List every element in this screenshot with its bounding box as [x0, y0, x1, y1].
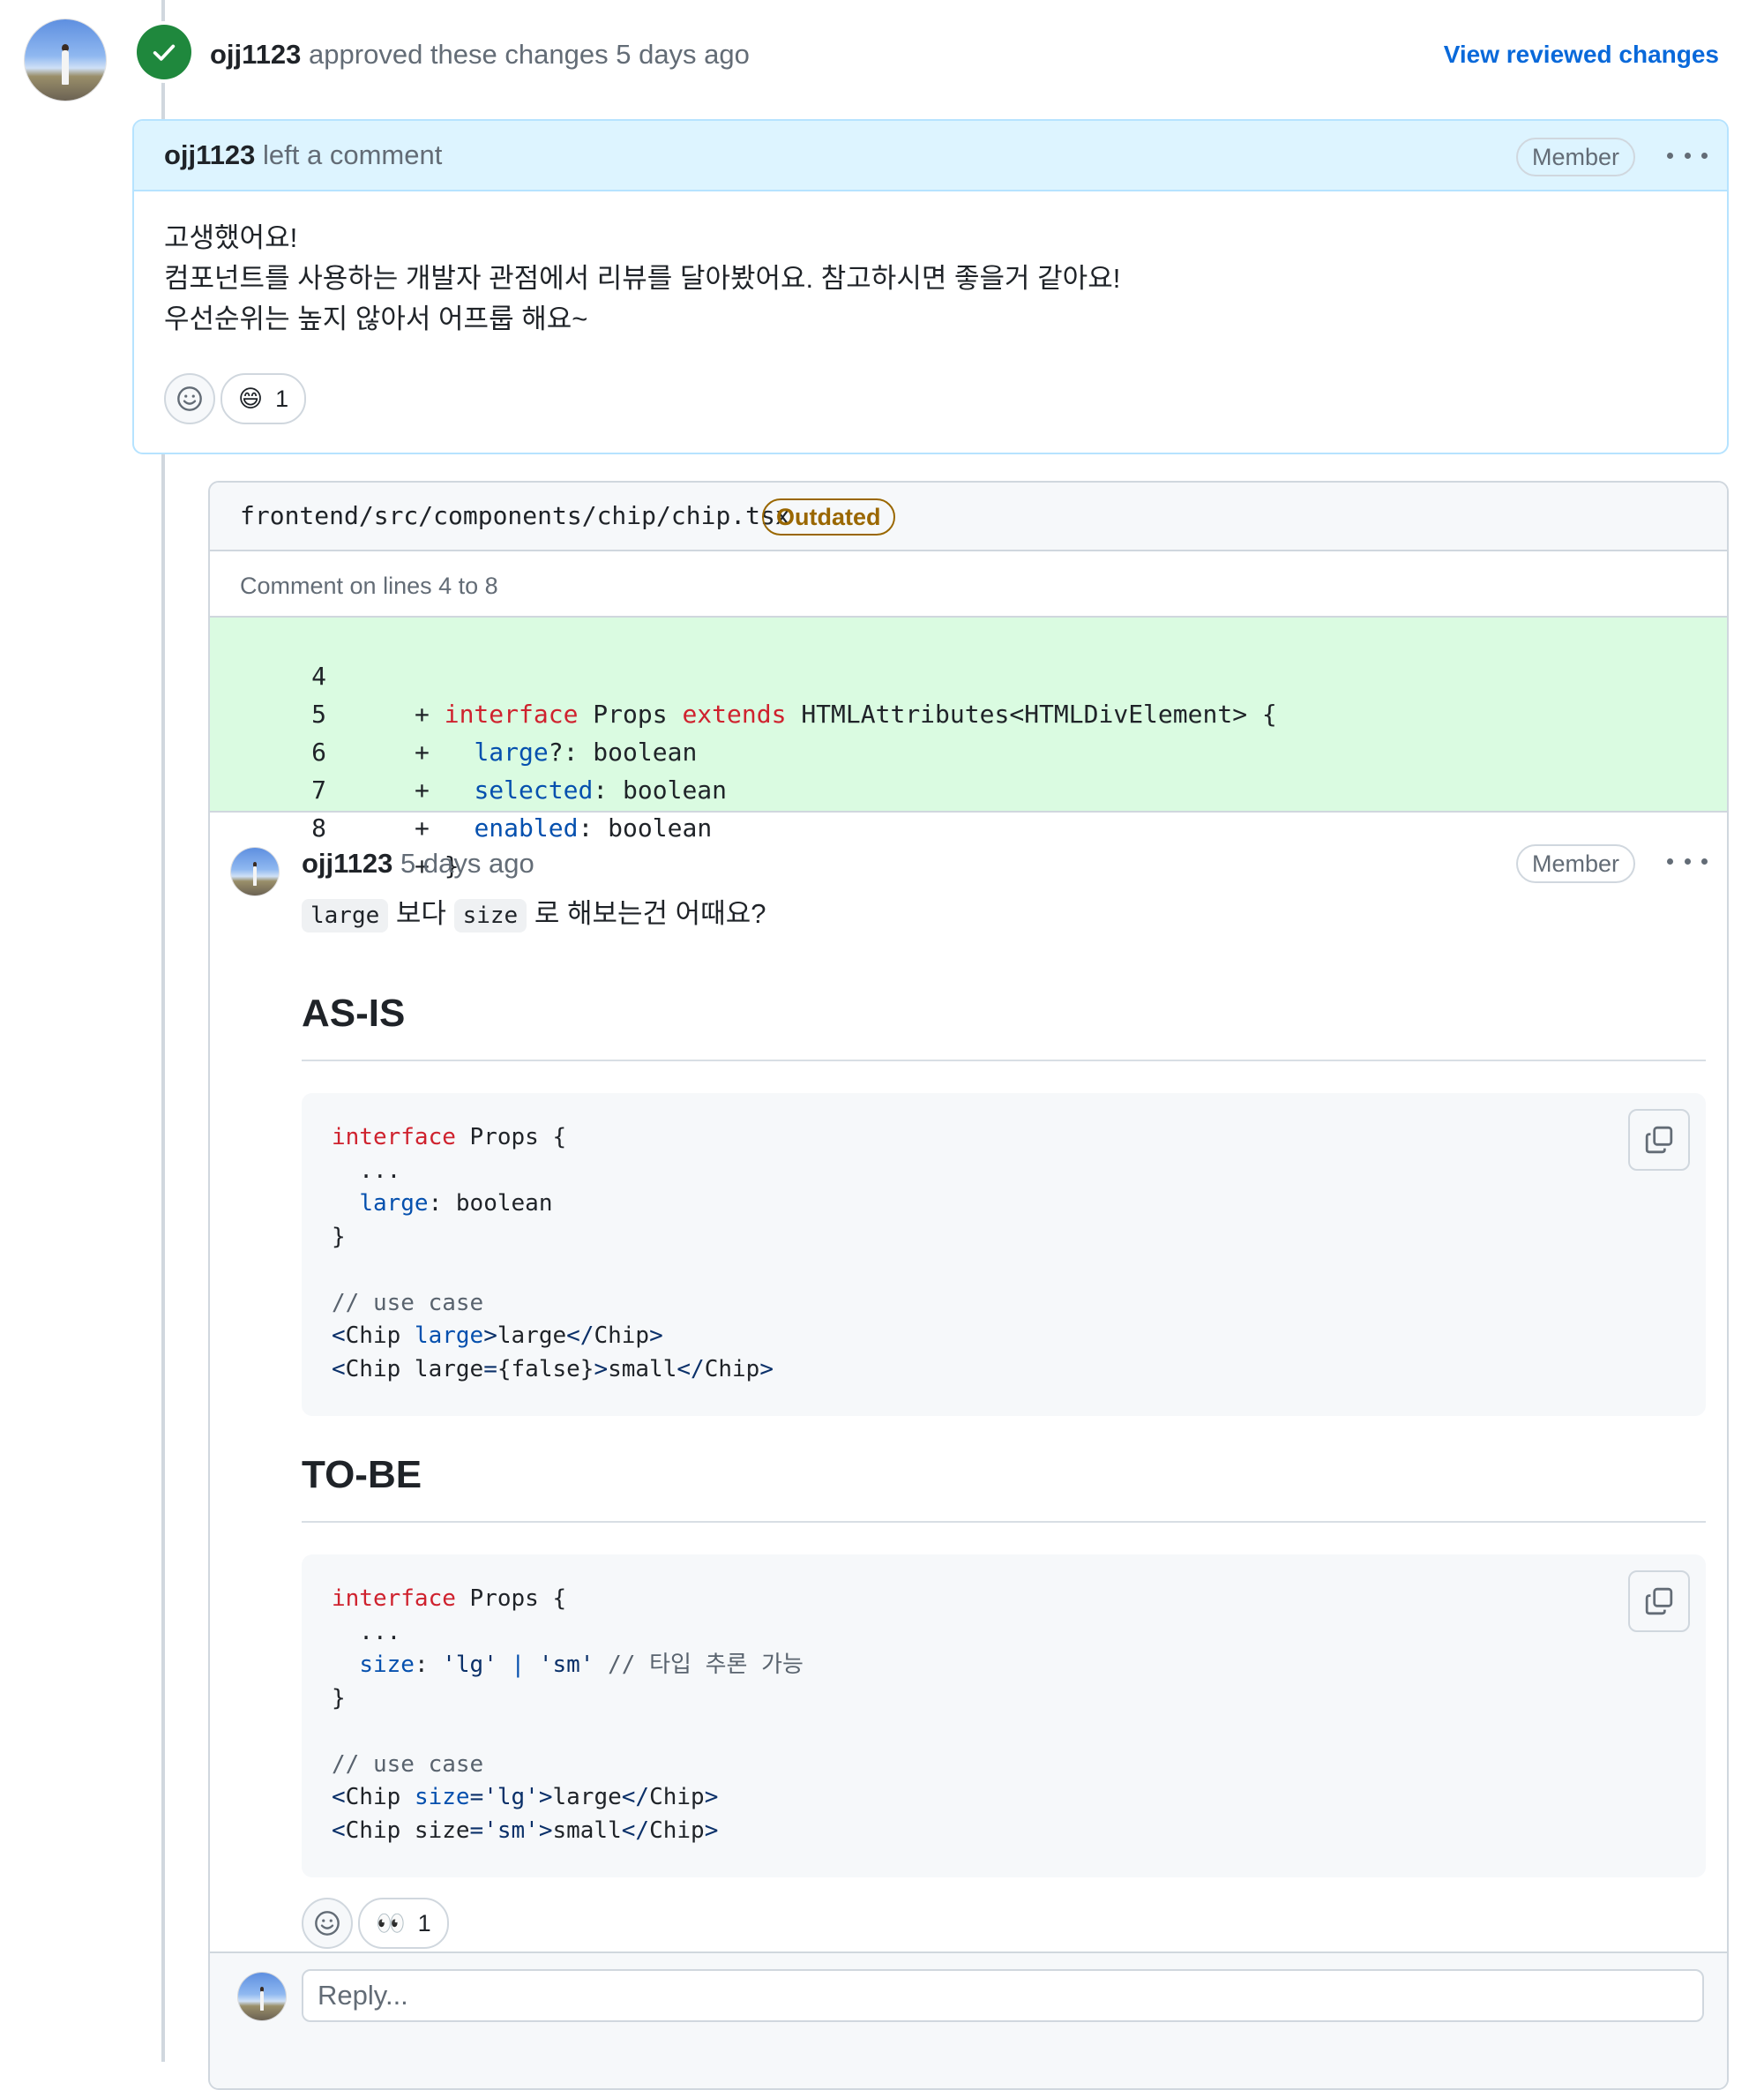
kebab-horizontal-icon[interactable] — [1667, 142, 1708, 169]
review-comment-author[interactable]: ojj1123 — [164, 139, 255, 170]
copy-button[interactable] — [1628, 1109, 1690, 1171]
copy-icon — [1645, 1587, 1673, 1615]
approved-badge — [137, 25, 191, 79]
diff-line: 7 + enabled: boolean — [210, 733, 1727, 843]
reaction-emoji: 👀 — [376, 1910, 406, 1936]
review-comment-header: ojj1123 left a comment Member — [134, 121, 1727, 191]
diff-line: 8 + } — [210, 771, 1727, 880]
review-comment-line: 컴포넌트를 사용하는 개발자 관점에서 리뷰를 달아봤어요. 참고하시면 좋을거… — [164, 263, 1121, 294]
review-action: approved these changes — [309, 39, 609, 70]
check-icon — [153, 44, 176, 61]
diff-code: + enabled: boolean — [415, 813, 713, 843]
inline-comment-header: ojj1123 5 days ago — [302, 844, 534, 883]
review-thread: frontend/src/components/chip/chip.tsx Ou… — [208, 481, 1729, 2090]
reviewer-avatar[interactable] — [25, 19, 106, 101]
review-comment-body: 고생했어요! 컴포넌트를 사용하는 개발자 관점에서 리뷰를 달아봤어요. 참고… — [164, 218, 1120, 340]
diff-hunk: 4 + interface Props extends HTMLAttribut… — [210, 616, 1727, 880]
file-path-link[interactable]: frontend/src/components/chip/chip.tsx — [240, 498, 790, 534]
inline-comment-time[interactable]: 5 days ago — [400, 848, 534, 879]
heading-divider — [302, 1521, 1706, 1523]
inline-comment-text: large 보다 size 로 해보는건 어때요? — [302, 894, 766, 936]
outdated-badge: Outdated — [762, 498, 895, 536]
reaction-count: 1 — [417, 1909, 431, 1936]
code-content: interface Props { ... size: 'lg' | 'sm' … — [332, 1585, 804, 1844]
reaction-count: 1 — [275, 385, 289, 412]
comment-line-range: Comment on lines 4 to 8 — [240, 573, 498, 599]
reply-input[interactable] — [302, 1969, 1704, 2022]
line-number: 8 — [311, 813, 326, 843]
diff-line: 5 + large?: boolean — [210, 657, 1727, 767]
add-reaction-button[interactable] — [302, 1898, 353, 1949]
smiley-icon — [315, 1911, 340, 1936]
diff-line: 4 + interface Props extends HTMLAttribut… — [210, 619, 1727, 729]
review-time[interactable]: 5 days ago — [616, 39, 750, 70]
inline-comment-text-part: 로 해보는건 어때요? — [534, 898, 766, 929]
inline-code-size: size — [453, 899, 527, 933]
copy-icon — [1645, 1126, 1673, 1154]
review-event-header: ojj1123 approved these changes 5 days ag… — [210, 35, 750, 74]
code-content: interface Props { ... large: boolean } /… — [332, 1124, 774, 1382]
reaction-smile-button[interactable]: 😄 1 — [220, 373, 307, 424]
reaction-eyes-button[interactable]: 👀 1 — [358, 1898, 449, 1949]
file-header: frontend/src/components/chip/chip.tsx Ou… — [210, 483, 1727, 551]
review-comment-box: ojj1123 left a comment Member 고생했어요! 컴포넌… — [132, 119, 1729, 454]
heading-as-is: AS-IS — [302, 992, 406, 1035]
review-comment-action: left a comment — [263, 139, 443, 170]
code-block-as-is: interface Props { ... large: boolean } /… — [302, 1093, 1706, 1416]
commenter-avatar[interactable] — [231, 848, 279, 895]
heading-divider — [302, 1060, 1706, 1061]
review-comment-title: ojj1123 left a comment — [164, 137, 442, 174]
reply-area — [210, 1951, 1727, 2088]
add-reaction-button[interactable] — [164, 373, 215, 424]
review-comment-line: 고생했어요! — [164, 222, 298, 253]
inline-code-large: large — [302, 899, 389, 933]
copy-button[interactable] — [1628, 1570, 1690, 1632]
heading-to-be: TO-BE — [302, 1453, 422, 1496]
inline-comment-text-part: 보다 — [395, 898, 446, 929]
member-badge: Member — [1515, 844, 1635, 883]
reaction-emoji: 😄 — [238, 385, 264, 412]
code-block-to-be: interface Props { ... size: 'lg' | 'sm' … — [302, 1554, 1706, 1877]
inline-comment-author[interactable]: ojj1123 — [302, 848, 392, 879]
kebab-horizontal-icon[interactable] — [1667, 848, 1708, 874]
smiley-icon — [177, 386, 202, 411]
view-reviewed-changes-link[interactable]: View reviewed changes — [1444, 37, 1719, 72]
member-badge: Member — [1515, 138, 1635, 176]
review-author[interactable]: ojj1123 — [210, 39, 301, 70]
diff-line: 6 + selected: boolean — [210, 695, 1727, 805]
diff-sign: + — [415, 813, 430, 843]
review-comment-line: 우선순위는 높지 않아서 어프룹 해요~ — [164, 303, 588, 334]
current-user-avatar[interactable] — [238, 1973, 286, 2020]
